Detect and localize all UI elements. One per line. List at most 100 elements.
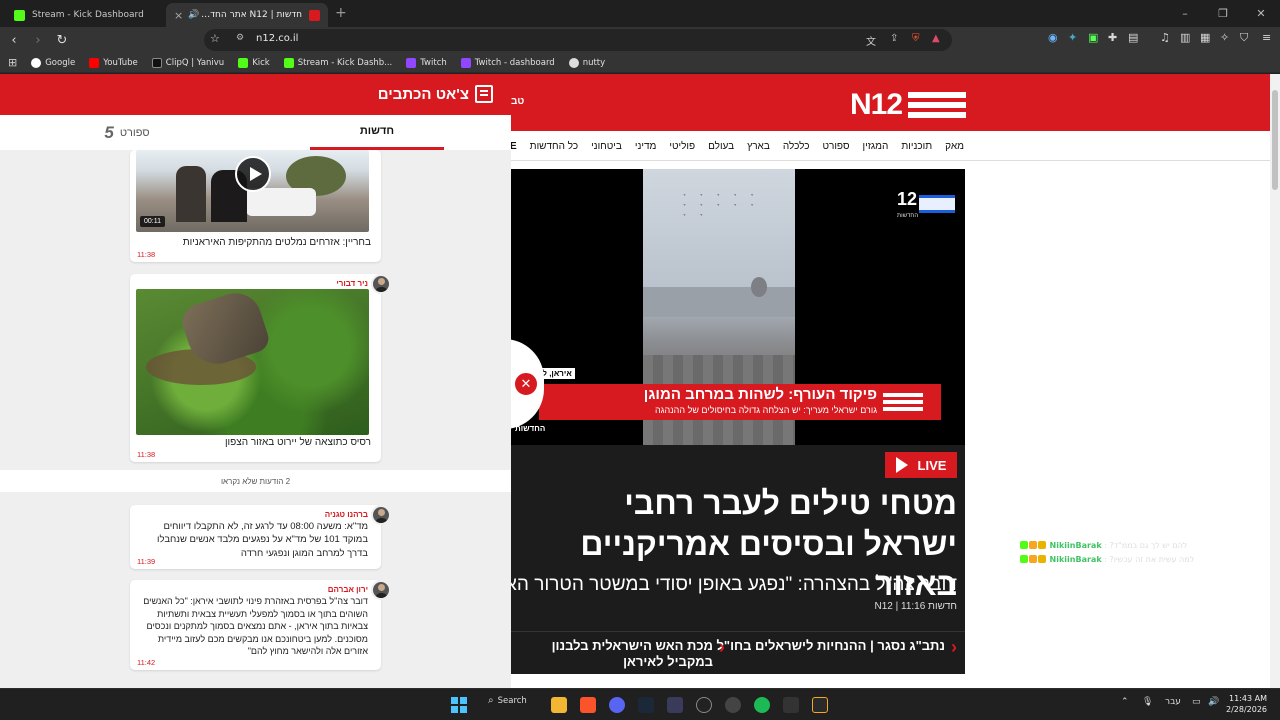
nav-shows[interactable]: תוכניות — [901, 141, 932, 152]
wallet-icon[interactable]: ▦ — [1200, 31, 1210, 44]
page-scrollbar[interactable] — [1270, 74, 1280, 688]
tab-sport[interactable]: ספורט 5 — [60, 115, 194, 150]
close-tab-icon[interactable]: × — [174, 9, 183, 22]
lead-article[interactable]: LIVE מטחי טילים לעבר רחבי ישראל ובסיסים … — [459, 445, 965, 674]
extensions-puzzle-icon[interactable]: ✚ — [1108, 31, 1117, 44]
system-clock[interactable]: 11:43 AM 2/28/2026 — [1226, 693, 1267, 715]
reload-icon[interactable]: ↻ — [52, 33, 72, 48]
url-text[interactable]: n12.co.il — [256, 33, 298, 44]
play-icon[interactable] — [235, 156, 271, 192]
chat-header: צ'אט הכתבים — [0, 74, 511, 115]
twitch-icon — [406, 57, 417, 68]
bookmark-kick[interactable]: Kick — [238, 57, 270, 68]
steam-icon[interactable] — [638, 697, 654, 713]
bookmark-twitch-dashboard[interactable]: Twitch - dashboard — [460, 57, 555, 68]
obs-icon[interactable] — [725, 697, 741, 713]
menu-icon[interactable]: ≡ — [1262, 31, 1271, 44]
share-icon[interactable]: ⇪ — [890, 33, 898, 44]
brave-shield-icon[interactable]: ⛨ — [912, 33, 920, 44]
overlay-chat-line: NikiinBarak : ?למה עשית את זה עכשיו — [1020, 553, 1194, 567]
window-controls: – ❐ ✕ — [1166, 0, 1280, 27]
nav-world[interactable]: בעולם — [708, 141, 734, 152]
language-indicator[interactable]: עבר — [1165, 697, 1181, 707]
chat-bubble-icon — [475, 85, 493, 103]
file-explorer-icon[interactable] — [551, 697, 567, 713]
related-link[interactable]: ‹ מכת האש הישראלית בלבנון במקביל לאיראן — [525, 638, 725, 669]
close-window-icon[interactable]: ✕ — [1242, 0, 1280, 27]
nav-security[interactable]: ביטחוני — [591, 141, 622, 152]
video-thumbnail[interactable]: 00:11 — [136, 150, 369, 232]
message-text: דובר צה"ל בפרסית באזהרת פינוי לתושבי איר… — [143, 596, 368, 657]
brave-rewards-icon[interactable]: ▲ — [932, 33, 940, 44]
n12-logo[interactable]: N12 — [850, 88, 967, 122]
bookmark-twitch[interactable]: Twitch — [406, 57, 447, 68]
scrollbar-thumb[interactable] — [1272, 90, 1278, 190]
speaker-icon[interactable]: 🔊 — [188, 10, 199, 20]
apps-grid-icon[interactable]: ⊞ — [8, 56, 17, 69]
discord-icon[interactable] — [609, 697, 625, 713]
bookmark-google[interactable]: Google — [31, 57, 75, 68]
media-icon[interactable]: ♫ — [1160, 31, 1170, 44]
nav-political[interactable]: פוליטי — [669, 141, 695, 152]
vpn-icon[interactable]: ⛉ — [1240, 31, 1248, 45]
leo-ai-icon[interactable]: ✧ — [1220, 31, 1229, 44]
chevron-left-icon: ‹ — [719, 637, 725, 657]
tab-n12[interactable]: חדשות | N12 אתר החדשות מ 🔊 × — [166, 3, 328, 27]
extension-icon[interactable]: ▣ — [1088, 31, 1098, 44]
site-info-icon[interactable]: ⚙ — [236, 33, 244, 43]
bookmark-youtube[interactable]: YouTube — [89, 57, 138, 68]
bookmark-icon[interactable]: ☆ — [210, 32, 220, 45]
microphone-icon[interactable]: 🎙 — [1142, 697, 1153, 707]
reporters-chat-panel: צ'אט הכתבים חדשות ספורט 5 00:11 בחריין: א… — [0, 74, 511, 688]
chyron-logo-icon — [883, 393, 923, 411]
app-icon[interactable] — [783, 697, 799, 713]
chevron-up-icon[interactable]: ⌃ — [1121, 697, 1129, 707]
translate-icon[interactable]: 文 — [866, 33, 876, 48]
chat-message[interactable]: ירון אברהם דובר צה"ל בפרסית באזהרת פינוי… — [130, 580, 391, 670]
spotify-icon[interactable] — [754, 697, 770, 713]
address-bar[interactable]: ☆ ⚙ n12.co.il 文 ⇪ ⛨ ▲ — [204, 29, 952, 51]
extension-icon[interactable]: ▤ — [1128, 31, 1138, 44]
extension-icon[interactable]: ✦ — [1068, 31, 1077, 44]
start-windows-icon[interactable] — [451, 697, 467, 713]
app-icon[interactable] — [667, 697, 683, 713]
play-icon — [895, 457, 908, 473]
new-tab-icon[interactable]: + — [335, 5, 347, 21]
message-caption: רסיס כתוצאה של יירוט באזור הצפון — [224, 437, 371, 448]
brave-icon[interactable] — [580, 697, 596, 713]
live-badge[interactable]: LIVE — [885, 452, 957, 478]
bookmark-kick-dashboard[interactable]: Stream - Kick Dashb... — [283, 57, 392, 68]
video-player[interactable]: ˅ ˅ ˅ ˅ ˅ ˅ ˅ ˅ ˅ ˅ ˅ ˅ 12 החדשות איראן,… — [511, 169, 965, 445]
taskbar-search[interactable]: ⌕ Search — [488, 695, 527, 706]
nav-more[interactable]: מאק — [945, 141, 964, 152]
chat-message[interactable]: ברהנו טגניה מד"א: משעה 08:00 עד לרגע זה,… — [130, 505, 391, 569]
tab-kick-dashboard[interactable]: Stream - Kick Dashboard — [6, 3, 166, 27]
google-icon — [31, 57, 42, 68]
volume-icon[interactable]: 🔊 — [1208, 697, 1219, 707]
sidebar-icon[interactable]: ▥ — [1180, 31, 1190, 44]
nav-economy[interactable]: כלכלה — [783, 141, 810, 152]
twitch-icon — [460, 57, 471, 68]
message-time: 11:39 — [137, 557, 156, 566]
rocket-league-icon[interactable] — [812, 697, 828, 713]
restore-icon[interactable]: ❐ — [1204, 0, 1242, 27]
nav-all-news[interactable]: כל החדשות — [530, 141, 578, 152]
nav-israel[interactable]: בארץ — [747, 141, 770, 152]
nav-sport[interactable]: ספורט — [822, 141, 849, 152]
monitor-icon[interactable]: ▭ — [1192, 697, 1201, 707]
forward-icon[interactable]: › — [28, 33, 48, 48]
app-icon[interactable] — [696, 697, 712, 713]
extension-icon[interactable]: ◉ — [1048, 31, 1058, 44]
chat-message[interactable]: ניר דבורי רסיס כתוצאה של יירוט באזור הצפ… — [130, 274, 391, 462]
tab-news[interactable]: חדשות — [310, 115, 444, 150]
minimize-icon[interactable]: – — [1166, 0, 1204, 27]
bookmark-clipq[interactable]: ClipQ | Yanivu — [151, 57, 224, 68]
chat-message[interactable]: 00:11 בחריין: אזרחים נמלטים מהתקיפות האי… — [130, 150, 381, 262]
bookmark-nutty[interactable]: nutty — [568, 57, 605, 68]
back-icon[interactable]: ‹ — [4, 33, 24, 48]
nav-diplomatic[interactable]: מדיני — [635, 141, 657, 152]
related-link[interactable]: ‹ נתב"ג נסגר | ההנחיות לישראלים בחו"ל — [716, 638, 957, 656]
nav-magazine[interactable]: המגזין — [863, 141, 889, 152]
message-image[interactable] — [136, 289, 369, 435]
close-chat-button[interactable]: ✕ — [513, 371, 539, 397]
